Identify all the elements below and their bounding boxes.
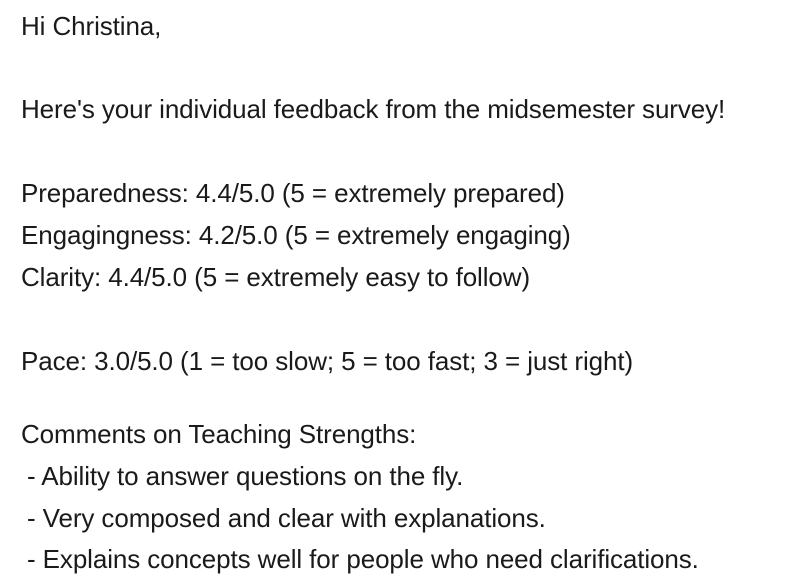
strength-item: - Ability to answer questions on the fly… bbox=[27, 461, 464, 491]
greeting: Hi Christina, bbox=[21, 11, 162, 41]
strength-item: - Very composed and clear with explanati… bbox=[27, 503, 546, 533]
intro-text: Here's your individual feedback from the… bbox=[21, 94, 726, 124]
strength-item: - Explains concepts well for people who … bbox=[27, 544, 699, 574]
rating-engagingness: Engagingness: 4.2/5.0 (5 = extremely eng… bbox=[21, 220, 571, 250]
rating-preparedness: Preparedness: 4.4/5.0 (5 = extremely pre… bbox=[21, 178, 565, 208]
strengths-heading: Comments on Teaching Strengths: bbox=[21, 419, 417, 449]
rating-pace: Pace: 3.0/5.0 (1 = too slow; 5 = too fas… bbox=[21, 346, 634, 376]
rating-clarity: Clarity: 4.4/5.0 (5 = extremely easy to … bbox=[21, 262, 531, 292]
